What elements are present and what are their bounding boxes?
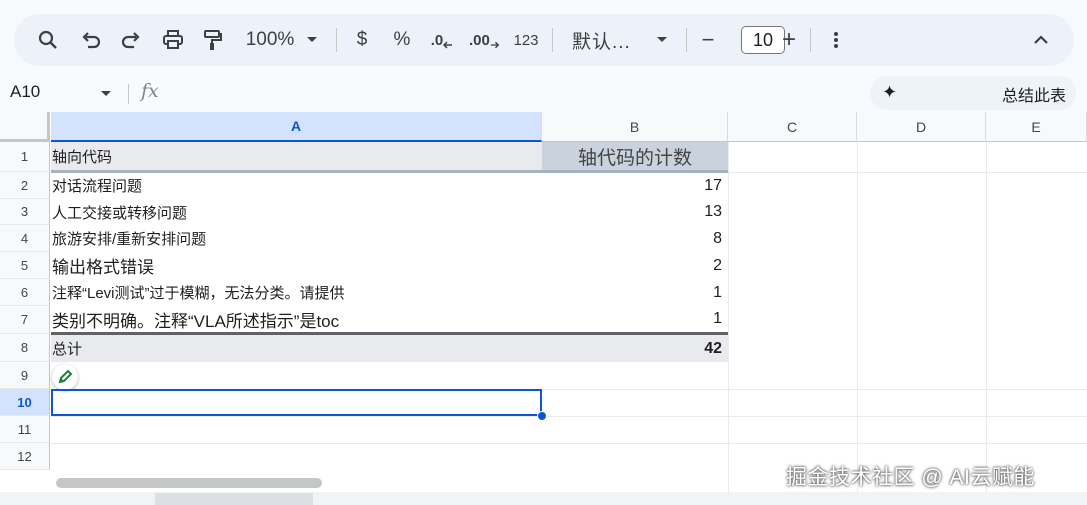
row-header-8[interactable]: 8 — [0, 334, 50, 362]
gridline — [728, 172, 1087, 173]
arrow-left-icon — [443, 41, 453, 49]
name-box[interactable]: A10 — [10, 82, 40, 102]
toolbar-divider — [336, 28, 337, 52]
row-header-10[interactable]: 10 — [0, 389, 50, 416]
toolbar-divider — [552, 28, 553, 52]
plus-label: + — [781, 26, 796, 53]
decrease-decimal-button[interactable]: .0 — [428, 14, 456, 66]
font-name: 默认... — [572, 31, 631, 53]
column-header-e[interactable]: E — [986, 112, 1087, 142]
table-cell-category[interactable]: 注释“Levi测试”过于模糊，无法分类。请提供 — [51, 279, 542, 306]
formula-bar-divider — [128, 84, 129, 104]
table-cell-category[interactable]: 人工交接或转移问题 — [51, 199, 542, 225]
toolbar-divider — [686, 28, 687, 52]
watermark: 掘金技术社区 @ AI云赋能 — [786, 466, 1035, 489]
table-cell-category[interactable]: 输出格式错误 — [51, 252, 542, 279]
toolbar-divider — [810, 28, 811, 52]
sparkle-icon: ✦ — [882, 82, 898, 102]
font-dropdown-icon[interactable] — [654, 14, 670, 66]
column-header-d[interactable]: D — [857, 112, 986, 142]
increase-decimal-button[interactable]: .00 — [469, 14, 499, 66]
column-header-c[interactable]: C — [728, 112, 857, 142]
percent-format-button[interactable]: % — [392, 14, 412, 66]
table-cell-count[interactable]: 2 — [542, 252, 728, 279]
sheet-grid[interactable]: A B C D E 1 2 3 4 5 6 7 8 9 10 11 12 轴向代… — [0, 112, 1087, 505]
gridline — [51, 416, 1087, 417]
row-header-4[interactable]: 4 — [0, 225, 50, 252]
gridline — [728, 142, 729, 505]
table-cell-count[interactable]: 13 — [542, 199, 728, 225]
horizontal-scrollbar[interactable] — [56, 478, 322, 488]
table-cell-category[interactable]: 类别不明确。注释“VLA所述指示”是toc — [51, 306, 542, 332]
gridline — [857, 142, 858, 505]
number-format-label: 123 — [513, 31, 539, 49]
search-menus-icon[interactable] — [34, 14, 62, 66]
spreadsheet-app: 100% $ % .0 .00 123 默认... − 10 + A10 fx … — [0, 0, 1087, 505]
name-box-dropdown-icon[interactable] — [100, 90, 112, 98]
row-header-6[interactable]: 6 — [0, 279, 50, 306]
increase-decimal-label: .00 — [469, 31, 490, 49]
row-header-7[interactable]: 7 — [0, 306, 50, 334]
table-cell-count[interactable]: 17 — [542, 172, 728, 199]
row-header-5[interactable]: 5 — [0, 252, 50, 279]
gridline — [51, 443, 1087, 444]
table-cell-count[interactable]: 1 — [542, 279, 728, 306]
summarize-label: 总结此表 — [1001, 88, 1066, 105]
row-header-1[interactable]: 1 — [0, 142, 50, 172]
paint-format-icon[interactable] — [200, 14, 226, 66]
column-header-a[interactable]: A — [51, 112, 542, 142]
formula-bar: A10 fx ✦ 总结此表 — [0, 74, 1087, 112]
summarize-table-button[interactable]: ✦ 总结此表 — [870, 76, 1076, 110]
column-header-b[interactable]: B — [542, 112, 728, 142]
sheet-tab-area[interactable] — [155, 493, 313, 505]
pivot-header-code[interactable]: 轴向代码 — [51, 142, 542, 170]
total-value[interactable]: 42 — [542, 335, 728, 362]
gridline — [986, 142, 987, 505]
collapse-toolbar-icon[interactable] — [1030, 14, 1052, 66]
edit-pencil-icon[interactable] — [52, 364, 78, 390]
undo-icon[interactable] — [78, 14, 104, 66]
table-cell-count[interactable]: 1 — [542, 306, 728, 332]
total-label[interactable]: 总计 — [51, 335, 542, 362]
more-options-icon[interactable] — [828, 14, 844, 66]
zoom-value: 100% — [245, 29, 295, 50]
toolbar: 100% $ % .0 .00 123 默认... − 10 + — [14, 14, 1074, 66]
font-select[interactable]: 默认... — [572, 14, 636, 66]
decrease-font-size-button[interactable]: − — [698, 14, 718, 66]
arrow-right-icon — [490, 41, 499, 49]
active-cell-a10[interactable] — [51, 389, 542, 416]
row-header-9[interactable]: 9 — [0, 362, 50, 389]
currency-label: $ — [356, 29, 368, 50]
number-format-button[interactable]: 123 — [512, 14, 540, 66]
font-size-value: 10 — [752, 29, 774, 50]
table-cell-category[interactable]: 对话流程问题 — [51, 172, 542, 199]
pivot-header-count[interactable]: 轴代码的计数 — [542, 142, 728, 170]
minus-label: − — [701, 27, 715, 52]
row-header-11[interactable]: 11 — [0, 416, 50, 443]
fill-handle[interactable] — [537, 411, 547, 421]
currency-format-button[interactable]: $ — [352, 14, 372, 66]
zoom-dropdown-icon[interactable] — [304, 14, 320, 66]
row-header-12[interactable]: 12 — [0, 443, 50, 470]
row-header-3[interactable]: 3 — [0, 199, 50, 225]
select-all-corner[interactable] — [0, 112, 50, 142]
increase-font-size-button[interactable]: + — [779, 14, 799, 66]
table-cell-category[interactable]: 旅游安排/重新安排问题 — [51, 225, 542, 252]
table-cell-count[interactable]: 8 — [542, 225, 728, 252]
decrease-decimal-label: .0 — [430, 31, 444, 49]
redo-icon[interactable] — [118, 14, 144, 66]
row-header-2[interactable]: 2 — [0, 172, 50, 199]
zoom-select[interactable]: 100% — [242, 14, 298, 66]
print-icon[interactable] — [159, 14, 187, 66]
fx-icon: fx — [141, 80, 159, 102]
percent-label: % — [393, 29, 411, 50]
